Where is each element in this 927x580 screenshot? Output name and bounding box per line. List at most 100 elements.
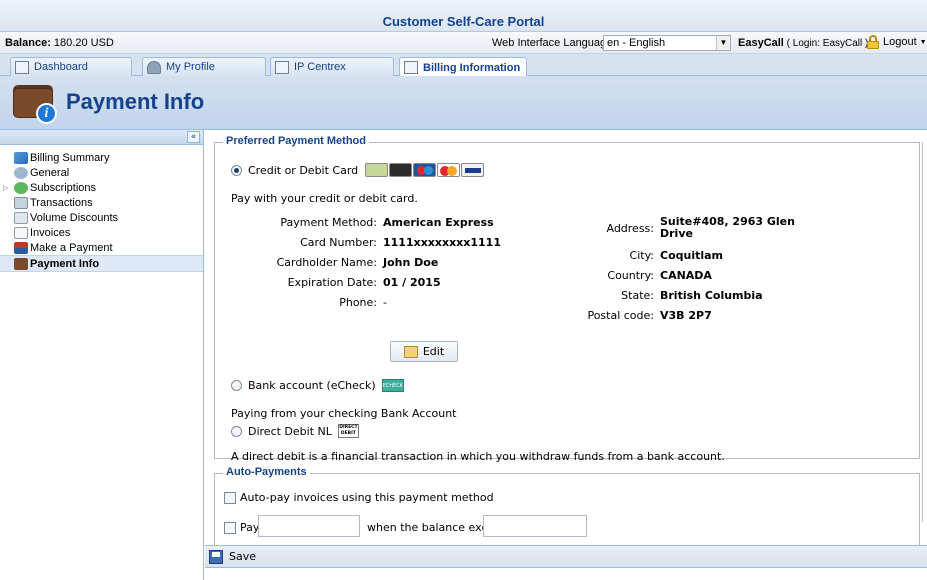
edit-button[interactable]: Edit <box>390 341 458 362</box>
portal-title: Customer Self-Care Portal <box>382 14 545 29</box>
direct-debit-icon: DIRECT DEBIT <box>337 424 359 438</box>
language-value: en - English <box>607 37 666 49</box>
credit-card-radio[interactable] <box>231 164 242 176</box>
expand-arrow-icon[interactable]: ▷ <box>3 184 8 192</box>
logout-label: Logout <box>883 36 917 48</box>
tab-ip-centrex[interactable]: IP Centrex <box>270 57 394 76</box>
sidebar-item-label: Billing Summary <box>30 151 110 164</box>
credit-card-description: Pay with your credit or debit card. <box>231 192 418 205</box>
page-header: i Payment Info <box>0 76 927 130</box>
credit-card-option[interactable]: Credit or Debit Card <box>231 163 485 177</box>
sidebar-item-label: Volume Discounts <box>30 211 119 224</box>
country-value: CANADA <box>660 269 712 282</box>
city-value: Coquitlam <box>660 249 724 262</box>
mastercard-logo-icon <box>437 163 461 177</box>
user-name: EasyCall <box>738 37 784 49</box>
save-button[interactable]: Save <box>229 550 256 563</box>
sidebar-item-payment-info[interactable]: Payment Info <box>0 255 203 272</box>
country-label: Country: <box>607 269 654 282</box>
collapse-sidebar-button[interactable]: « <box>187 131 200 143</box>
language-label: Web Interface Language: <box>492 37 616 49</box>
pay-label: Pay <box>240 521 260 534</box>
direct-debit-radio[interactable] <box>231 425 242 437</box>
direct-debit-option[interactable]: Direct Debit NL DIRECT DEBIT <box>231 424 359 438</box>
pay-amount-input[interactable] <box>258 515 360 537</box>
page-title: Payment Info <box>66 89 205 114</box>
user-login: ( Login: EasyCall ) <box>786 38 869 49</box>
sidebar-item-subscriptions[interactable]: ▷ Subscriptions <box>0 180 203 195</box>
sidebar-item-volume-discounts[interactable]: Volume Discounts <box>0 210 203 225</box>
pay-checkbox[interactable] <box>224 521 236 534</box>
balance: Balance: 180.20 USD <box>5 37 114 49</box>
credit-card-option-label: Credit or Debit Card <box>248 163 359 177</box>
edit-icon <box>403 345 418 358</box>
language-select[interactable]: en - English ▼ <box>603 35 731 51</box>
tab-billing-information[interactable]: Billing Information <box>399 57 527 77</box>
sidebar-item-label: Payment Info <box>30 257 100 270</box>
tab-label: Billing Information <box>423 61 521 74</box>
wallet-icon <box>14 257 28 270</box>
preferred-payment-legend: Preferred Payment Method <box>223 135 369 147</box>
state-label: State: <box>621 289 654 302</box>
postal-code-label: Postal code: <box>587 309 654 322</box>
payment-method-value: American Express <box>383 216 494 229</box>
chart-icon <box>14 151 28 164</box>
preferred-payment-fieldset: Preferred Payment Method Credit or Debit… <box>214 135 920 463</box>
info-bar: Balance: 180.20 USD Web Interface Langua… <box>0 32 927 54</box>
tab-my-profile[interactable]: My Profile <box>142 57 266 76</box>
autopay-option[interactable]: Auto-pay invoices using this payment met… <box>224 491 494 504</box>
bank-account-option-label: Bank account (eCheck) <box>248 379 376 392</box>
card-logo-icon <box>389 163 413 177</box>
tab-dashboard[interactable]: Dashboard <box>10 57 132 76</box>
tab-label: IP Centrex <box>294 61 346 73</box>
sidebar-header: « <box>0 130 203 145</box>
auto-payments-legend: Auto-Payments <box>223 466 310 478</box>
user-info: EasyCall ( Login: EasyCall ) <box>738 37 868 49</box>
gear-icon <box>275 60 289 74</box>
pay-option[interactable]: Pay <box>224 521 259 534</box>
address-label: Address: <box>606 222 654 235</box>
city-label: City: <box>629 249 654 262</box>
bank-account-radio[interactable] <box>231 380 242 391</box>
visa-logo-icon <box>461 163 485 177</box>
phone-label: Phone: <box>339 296 377 309</box>
cardholder-name-label: Cardholder Name: <box>276 256 377 269</box>
payment-method-label: Payment Method: <box>280 216 377 229</box>
scrollbar[interactable] <box>922 142 927 522</box>
subscriptions-icon <box>14 181 28 194</box>
sidebar-item-billing-summary[interactable]: Billing Summary <box>0 150 203 165</box>
chevron-down-icon[interactable]: ▼ <box>716 36 730 50</box>
maestro-logo-icon <box>413 163 437 177</box>
sidebar-item-general[interactable]: General <box>0 165 203 180</box>
user-icon <box>147 60 161 74</box>
sidebar-item-transactions[interactable]: Transactions <box>0 195 203 210</box>
sidebar-item-label: Invoices <box>30 226 71 239</box>
invoice-icon <box>14 226 28 239</box>
sidebar-item-make-a-payment[interactable]: Make a Payment <box>0 240 203 255</box>
document-icon <box>404 61 418 74</box>
sidebar-item-label: Make a Payment <box>30 241 113 254</box>
auto-payments-fieldset: Auto-Payments Auto-pay invoices using th… <box>214 466 920 553</box>
sidebar-item-label: Transactions <box>30 196 93 209</box>
sidebar-item-invoices[interactable]: Invoices <box>0 225 203 240</box>
phone-value: - <box>383 296 387 309</box>
payment-icon <box>14 241 28 254</box>
edit-button-label: Edit <box>422 345 445 358</box>
card-logos <box>365 163 485 177</box>
tab-label: My Profile <box>166 61 215 73</box>
sidebar-item-label: Subscriptions <box>30 181 97 194</box>
address-value: Suite#408, 2963 Glen Drive <box>660 215 795 240</box>
direct-debit-option-label: Direct Debit NL <box>248 424 332 438</box>
card-number-label: Card Number: <box>300 236 377 249</box>
logout-button[interactable]: Logout ▼ <box>866 35 927 49</box>
save-icon[interactable] <box>209 549 223 564</box>
bank-account-option[interactable]: Bank account (eCheck) ECHECK <box>231 379 404 392</box>
gear-icon <box>14 166 28 179</box>
autopay-checkbox[interactable] <box>224 491 236 504</box>
direct-debit-description: A direct debit is a financial transactio… <box>231 450 725 463</box>
tab-label: Dashboard <box>34 61 88 73</box>
sidebar: « Billing Summary General ▷ Subscription… <box>0 130 204 580</box>
balance-threshold-input[interactable] <box>483 515 587 537</box>
postal-code-value: V3B 2P7 <box>660 309 712 322</box>
chevron-down-icon[interactable]: ▼ <box>920 39 927 46</box>
